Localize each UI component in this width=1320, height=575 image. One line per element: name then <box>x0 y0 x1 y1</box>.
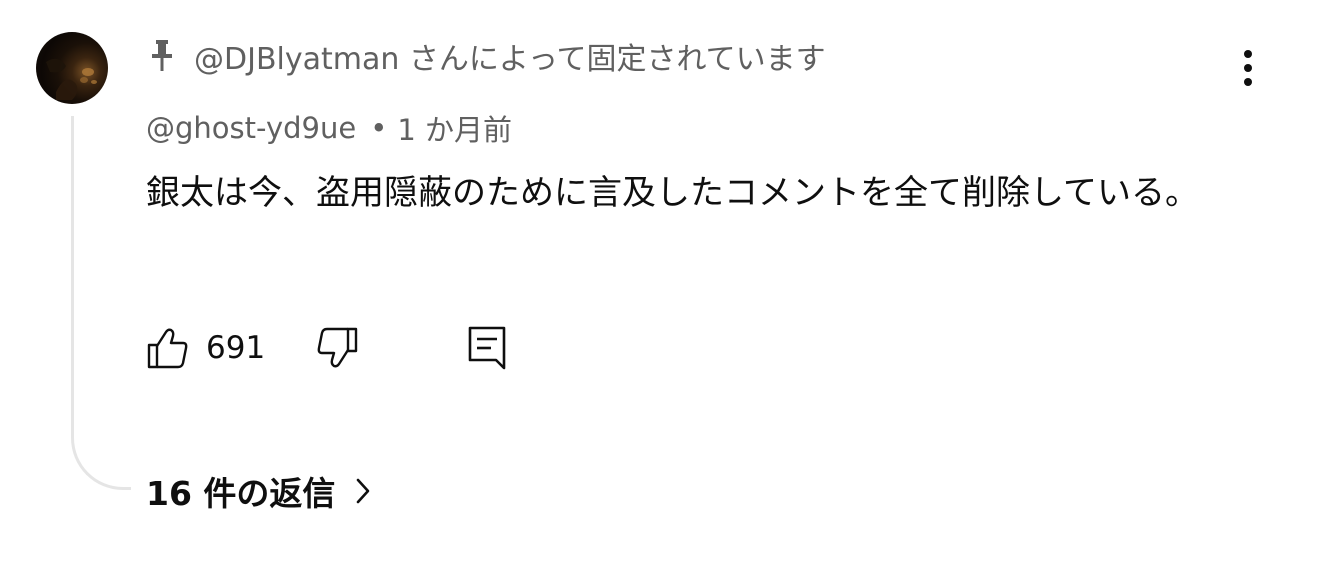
meta-separator: • <box>370 111 388 145</box>
thumbs-up-icon <box>147 328 188 369</box>
reply-comment-icon <box>468 326 506 370</box>
pinned-label: @DJBlyatman さんによって固定されています <box>194 42 826 77</box>
thumbs-down-icon <box>317 327 358 368</box>
view-replies-button[interactable]: 16 件の返信 <box>146 466 371 516</box>
author-handle[interactable]: @ghost-yd9ue <box>146 111 356 145</box>
reply-button[interactable] <box>467 325 507 371</box>
more-actions-button[interactable] <box>1228 44 1268 92</box>
chevron-right-icon <box>355 477 371 505</box>
avatar-image <box>46 58 97 100</box>
dislike-button[interactable] <box>315 326 359 370</box>
author-avatar[interactable] <box>36 32 108 104</box>
pinned-indicator: @DJBlyatman さんによって固定されています <box>148 36 826 77</box>
replies-label: 16 件の返信 <box>146 474 336 513</box>
reply-thread-line <box>71 116 131 490</box>
comment-meta: @ghost-yd9ue • 1 か月前 <box>146 108 512 148</box>
more-vertical-icon <box>1244 50 1252 86</box>
comment-timestamp[interactable]: 1 か月前 <box>397 107 512 149</box>
pin-icon <box>148 39 176 73</box>
like-count: 691 <box>206 330 266 366</box>
comment-body: 銀太は今、盗用隠蔽のために言及したコメントを全て削除している。 <box>146 173 1199 213</box>
comment-actions: 691 <box>146 322 507 374</box>
like-button[interactable] <box>146 326 190 370</box>
